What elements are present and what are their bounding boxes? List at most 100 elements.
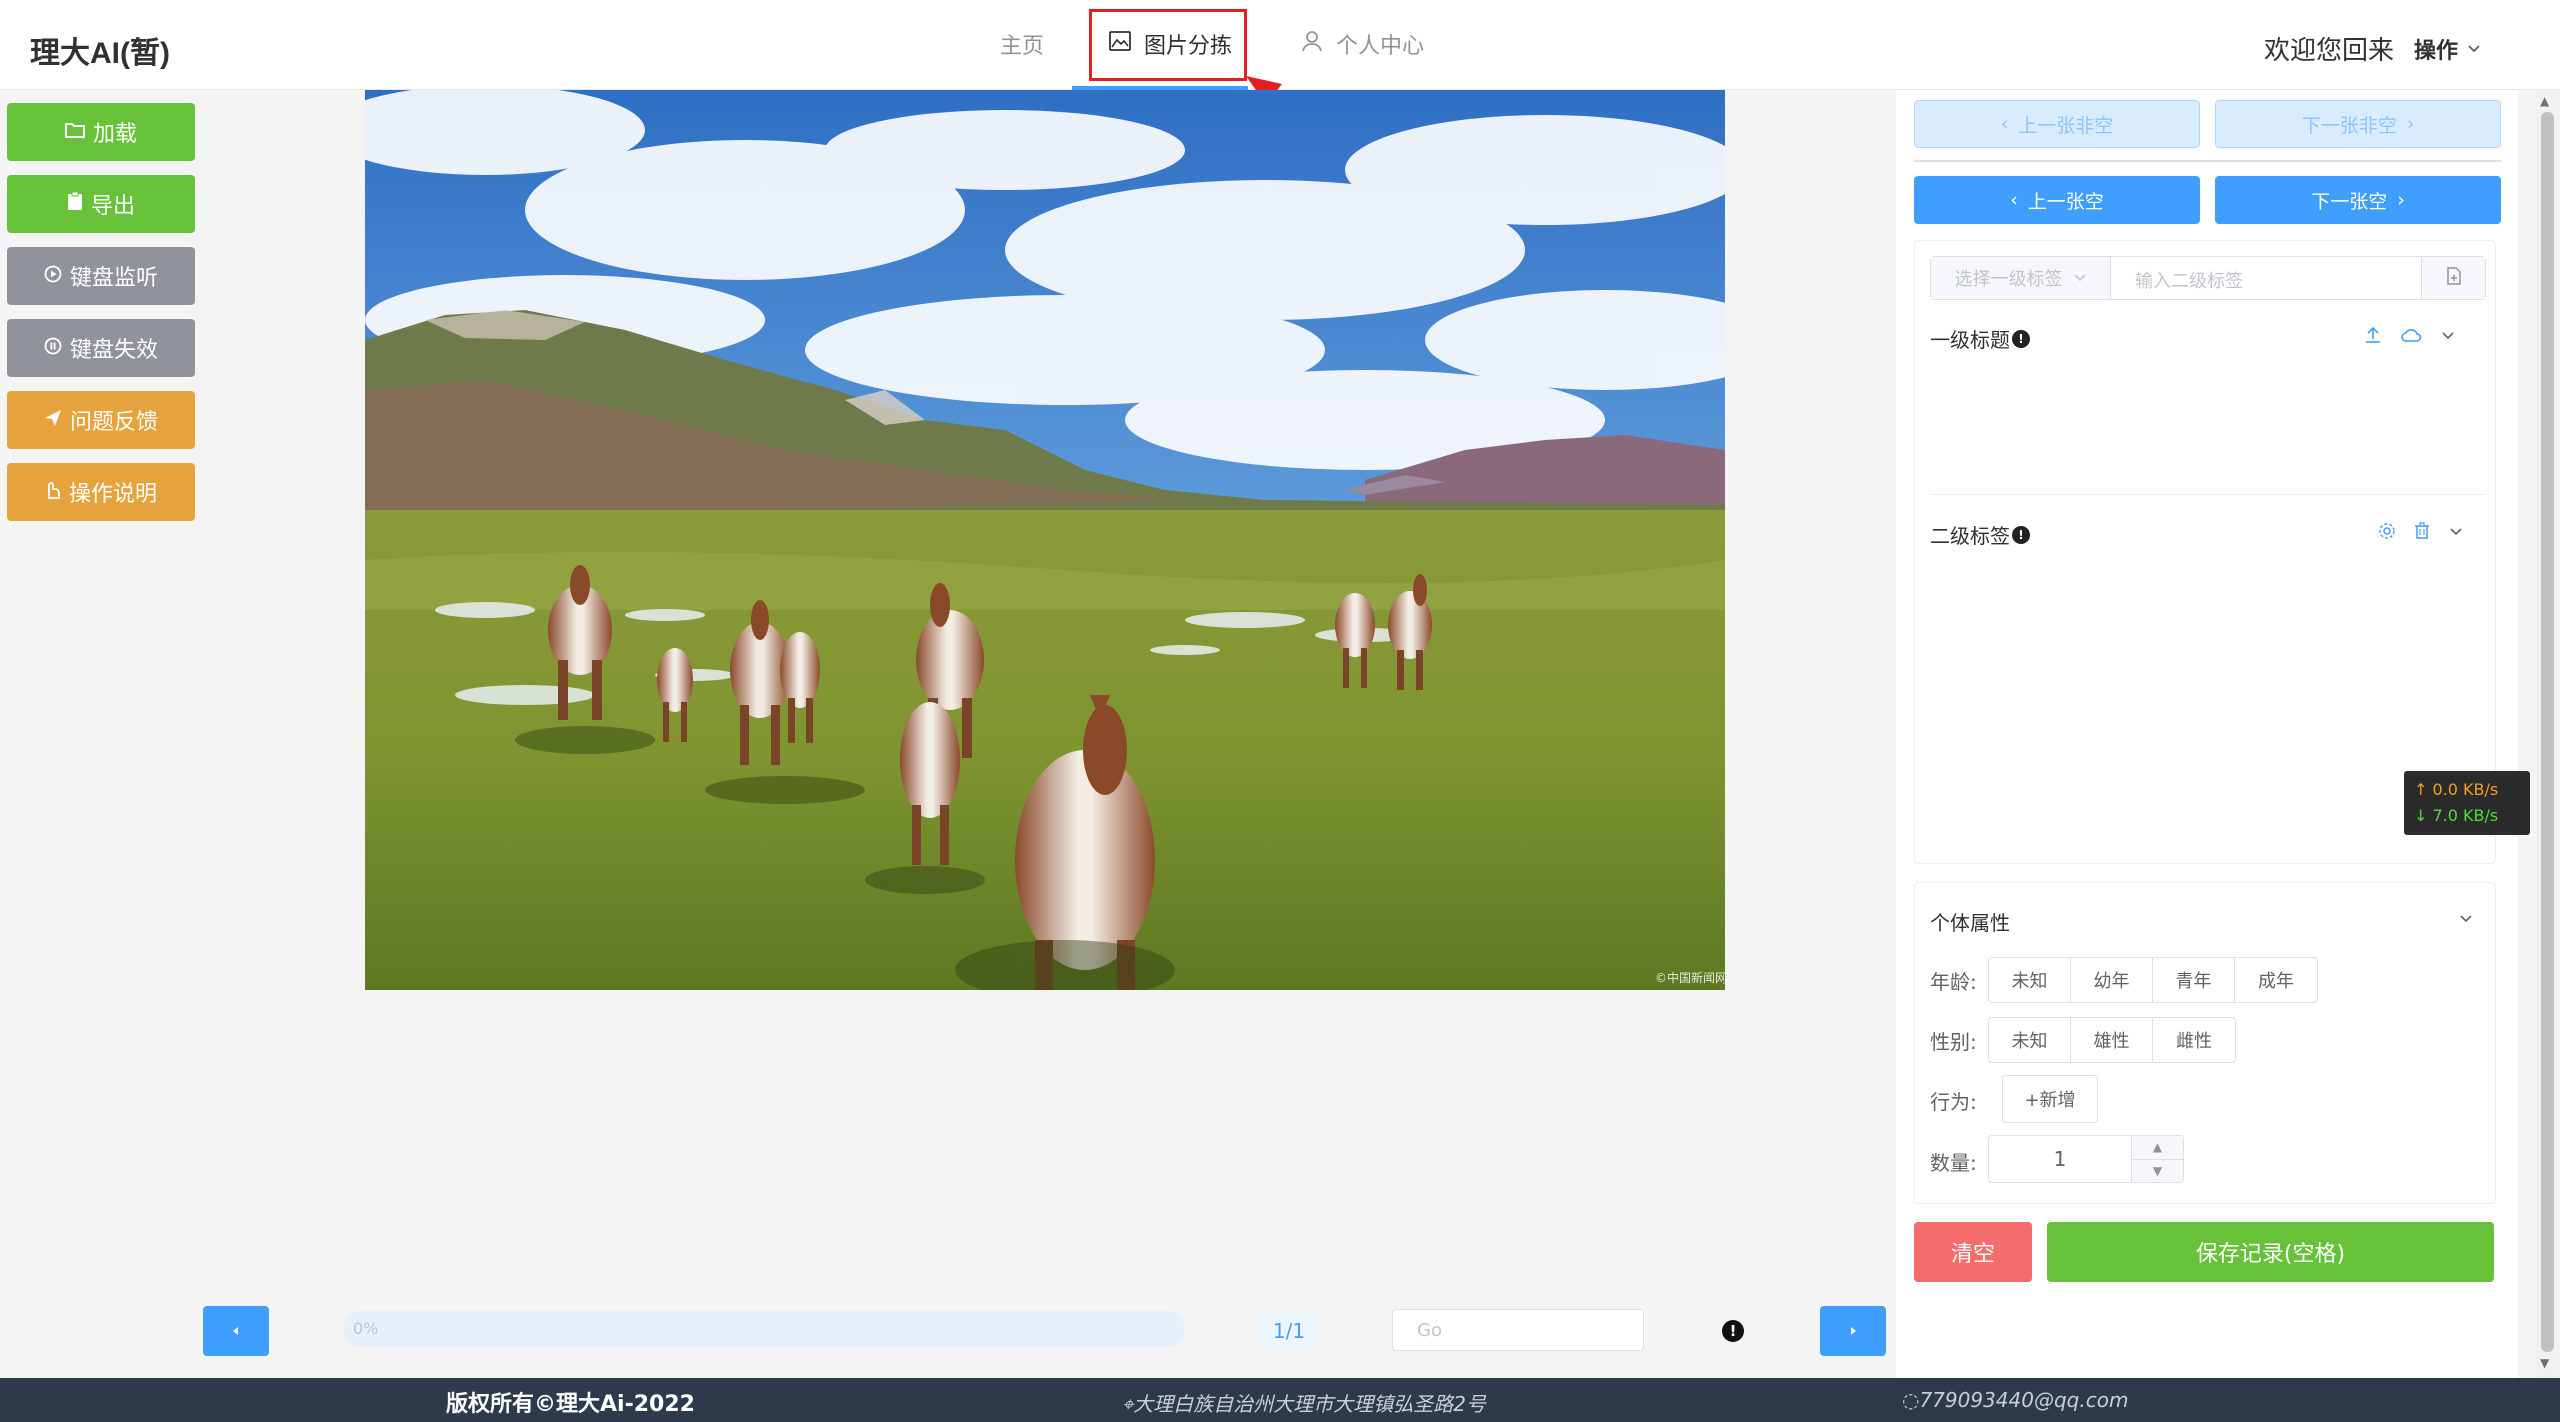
age-selector: 未知 幼年 青年 成年 (1988, 957, 2318, 1003)
email-value: 779093440@qq.com (1919, 1388, 2129, 1412)
export-button[interactable]: 导出 (7, 175, 195, 233)
instructions-button[interactable]: 操作说明 (7, 463, 195, 521)
page-indicator: 1/1 (1259, 1313, 1319, 1349)
keyboard-disable-label: 键盘失效 (69, 338, 158, 363)
caret-left-icon (230, 1322, 242, 1341)
location-icon: ⌖ (1122, 1392, 1134, 1416)
pause-circle-icon (44, 336, 62, 361)
scroll-down-icon[interactable]: ▼ (2540, 1356, 2549, 1370)
count-stepper[interactable]: 1 ▲ ▼ (1988, 1135, 2184, 1183)
level2-title-text: 二级标签 (1930, 524, 2010, 548)
image-watermark: ©中国新闻网 (1655, 970, 1725, 985)
network-speed-widget: ↑ 0.0 KB/s ↓ 7.0 KB/s (2404, 771, 2530, 835)
progress-bar: 0% (343, 1311, 1185, 1347)
feedback-label: 问题反馈 (69, 410, 158, 435)
trash-icon[interactable] (2414, 522, 2430, 544)
prev-empty-label: 上一张空 (2027, 190, 2104, 213)
next-empty-label: 下一张空 (2311, 190, 2388, 213)
help-icon: ! (2012, 329, 2030, 348)
level1-section-title: 一级标题 ! (1930, 324, 2030, 353)
clipboard-icon (67, 191, 83, 217)
level1-actions (2364, 326, 2456, 348)
count-value[interactable]: 1 (1989, 1136, 2131, 1182)
prev-empty-button[interactable]: ‹ 上一张空 (1914, 176, 2200, 224)
copyright-text: 版权所有©理大Ai-2022 (446, 1392, 695, 1417)
go-to-page-input[interactable]: Go (1392, 1309, 1644, 1351)
settings-icon[interactable] (2378, 522, 2396, 544)
age-option-unknown[interactable]: 未知 (1989, 958, 2071, 1002)
attributes-title: 个体属性 (1930, 907, 2010, 936)
prev-nonempty-label: 上一张非空 (2018, 114, 2114, 137)
download-speed: ↓ 7.0 KB/s (2414, 806, 2499, 825)
add-tag-button[interactable] (2421, 257, 2485, 299)
hand-icon (45, 479, 61, 505)
progress-text: 0% (353, 1319, 379, 1338)
email-text: ◌779093440@qq.com (1902, 1388, 2128, 1412)
keyboard-listen-label: 键盘监听 (69, 266, 158, 291)
help-icon: ! (2012, 525, 2030, 544)
level2-input[interactable]: 输入二级标签 (2111, 257, 2421, 299)
upload-speed: ↑ 0.0 KB/s (2414, 780, 2499, 799)
tag-input-row: 选择一级标签 输入二级标签 (1930, 256, 2486, 300)
age-option-young[interactable]: 青年 (2153, 958, 2235, 1002)
decrease-icon[interactable]: ▼ (2132, 1160, 2183, 1183)
caret-right-icon (1847, 1322, 1859, 1341)
chevron-down-icon[interactable] (2448, 523, 2464, 543)
button-divider (1914, 160, 2501, 162)
sex-selector: 未知 雄性 雌性 (1988, 1017, 2236, 1063)
chevron-right-icon: › (2397, 189, 2405, 211)
sex-option-male[interactable]: 雄性 (2071, 1018, 2153, 1062)
count-label: 数量: (1930, 1151, 1977, 1175)
scrollbar-thumb[interactable] (2541, 112, 2554, 1352)
chevron-right-icon: › (2406, 113, 2415, 135)
chevron-down-icon[interactable] (2440, 327, 2456, 347)
load-button-label: 加载 (92, 122, 137, 147)
level1-select[interactable]: 选择一级标签 (1931, 257, 2111, 299)
sex-label: 性别: (1930, 1030, 1977, 1054)
level2-actions (2378, 522, 2464, 544)
age-option-juvenile[interactable]: 幼年 (2071, 958, 2153, 1002)
chevron-down-icon[interactable] (2458, 910, 2474, 930)
save-record-button[interactable]: 保存记录(空格) (2047, 1222, 2494, 1282)
stepper-arrows: ▲ ▼ (2131, 1136, 2183, 1182)
chat-icon: ◌ (1902, 1388, 1920, 1412)
level1-select-placeholder: 选择一级标签 (1954, 269, 2063, 290)
add-behavior-button[interactable]: +新增 (2002, 1075, 2098, 1123)
age-label: 年龄: (1930, 970, 1977, 994)
level2-section-title: 二级标签 ! (1930, 520, 2030, 549)
next-nonempty-label: 下一张非空 (2301, 114, 2397, 137)
prev-nonempty-button[interactable]: ‹ 上一张非空 (1914, 100, 2200, 148)
increase-icon[interactable]: ▲ (2132, 1136, 2183, 1160)
main-photo: ©中国新闻网 (365, 90, 1725, 990)
sex-option-unknown[interactable]: 未知 (1989, 1018, 2071, 1062)
age-option-adult[interactable]: 成年 (2235, 958, 2317, 1002)
next-nonempty-button[interactable]: 下一张非空 › (2215, 100, 2501, 148)
keyboard-listen-button[interactable]: 键盘监听 (7, 247, 195, 305)
next-empty-button[interactable]: 下一张空 › (2215, 176, 2501, 224)
attributes-title-text: 个体属性 (1930, 911, 2010, 935)
info-icon[interactable]: ! (1722, 1320, 1744, 1342)
sex-option-female[interactable]: 雌性 (2153, 1018, 2235, 1062)
play-circle-icon (44, 264, 62, 289)
load-button[interactable]: 加载 (7, 103, 195, 161)
cloud-icon[interactable] (2400, 327, 2422, 347)
instructions-label: 操作说明 (68, 482, 157, 507)
chevron-down-icon (2073, 268, 2087, 289)
section-divider (1930, 494, 2486, 495)
clear-button[interactable]: 清空 (1914, 1222, 2032, 1282)
export-button-label: 导出 (90, 194, 135, 219)
scroll-up-icon[interactable]: ▲ (2540, 94, 2549, 108)
chevron-left-icon: ‹ (2000, 113, 2009, 135)
folder-icon (64, 120, 85, 145)
behavior-label: 行为: (1930, 1090, 1977, 1114)
address-value: 大理白族自治州大理市大理镇弘圣路2号 (1133, 1392, 1486, 1416)
keyboard-disable-button[interactable]: 键盘失效 (7, 319, 195, 377)
chevron-left-icon: ‹ (2010, 189, 2018, 211)
address-text: ⌖大理白族自治州大理市大理镇弘圣路2号 (1122, 1388, 1486, 1417)
prev-page-button[interactable] (203, 1306, 269, 1356)
level1-title-text: 一级标题 (1930, 328, 2010, 352)
send-icon (44, 408, 62, 433)
next-page-button[interactable] (1820, 1306, 1886, 1356)
feedback-button[interactable]: 问题反馈 (7, 391, 195, 449)
upload-icon[interactable] (2364, 326, 2382, 348)
